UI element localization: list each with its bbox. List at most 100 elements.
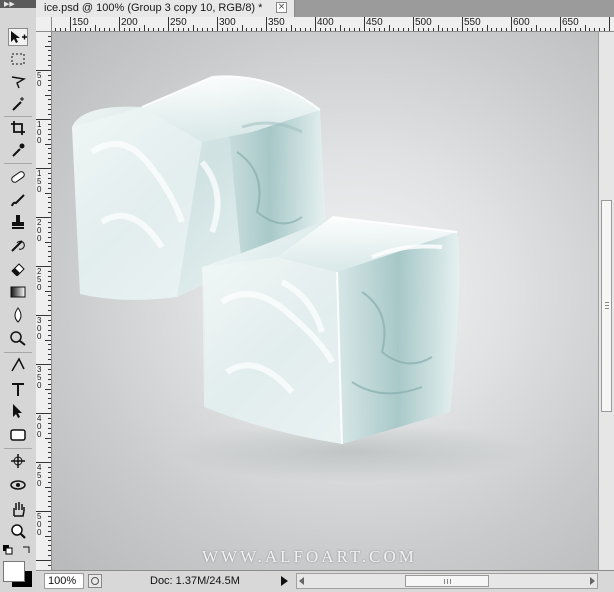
tools-panel-grip[interactable]: ▶▶: [0, 0, 36, 8]
path-selection-tool-icon[interactable]: [8, 402, 28, 420]
ruler-tick: [48, 90, 51, 91]
clone-stamp-tool-icon[interactable]: [8, 213, 28, 231]
ruler-tick: [75, 28, 76, 31]
ruler-origin[interactable]: [36, 17, 52, 32]
ruler-tick: [48, 384, 51, 385]
ruler-tick: [95, 25, 96, 31]
shape-tool-icon[interactable]: [8, 426, 28, 444]
ruler-tick: [48, 482, 51, 483]
ruler-tick: [48, 232, 51, 233]
ruler-tick: [604, 28, 605, 31]
ruler-tick: [281, 28, 282, 31]
ruler-label: 350: [268, 17, 285, 28]
default-colors-icon[interactable]: [3, 545, 13, 555]
ruler-tick: [48, 354, 51, 355]
ruler-tick: [482, 28, 483, 31]
ruler-tick: [129, 28, 130, 31]
ruler-tick: [242, 25, 243, 31]
ruler-tick: [295, 28, 296, 31]
zoom-tool-icon[interactable]: [8, 522, 28, 540]
horizontal-ruler[interactable]: 150 200 250 300 350 400 450 500 550 600 650: [52, 17, 614, 32]
dodge-tool-icon[interactable]: [8, 329, 28, 347]
ruler-tick: [585, 25, 586, 31]
ruler-tick: [48, 50, 51, 51]
status-menu-arrow-icon[interactable]: [281, 576, 288, 586]
ruler-tick: [48, 379, 51, 380]
lasso-tool-icon[interactable]: [8, 73, 28, 91]
vertical-ruler[interactable]: 50 100 150 200 250 300 350 400 450 500: [36, 32, 52, 570]
ruler-tick: [60, 28, 61, 31]
magic-wand-tool-icon[interactable]: [8, 95, 28, 113]
ruler-tick: [531, 28, 532, 31]
ruler-tick: [48, 501, 51, 502]
ruler-tick: [374, 28, 375, 31]
3d-rotate-tool-icon[interactable]: [8, 452, 28, 470]
history-brush-tool-icon[interactable]: [8, 236, 28, 254]
ruler-tick: [48, 60, 51, 61]
vertical-scroll-thumb[interactable]: [601, 200, 612, 412]
ruler-tick: [325, 28, 326, 31]
ruler-tick: [48, 183, 51, 184]
pen-tool-icon[interactable]: [8, 356, 28, 374]
ruler-tick: [589, 28, 590, 31]
document-canvas[interactable]: WWW.ALFOART.COM: [52, 32, 598, 570]
ruler-tick: [48, 349, 51, 350]
ruler-label: 450: [37, 463, 42, 488]
ruler-tick: [48, 423, 51, 424]
ruler-tick: [48, 555, 51, 556]
ruler-tick: [48, 516, 51, 517]
ruler-tick: [45, 144, 51, 145]
crop-tool-icon[interactable]: [8, 119, 28, 137]
ruler-tick: [48, 531, 51, 532]
status-info-icon[interactable]: [88, 574, 102, 588]
hand-tool-icon[interactable]: [8, 500, 28, 518]
ruler-tick: [540, 28, 541, 31]
ruler-tick: [48, 491, 51, 492]
eraser-tool-icon[interactable]: [8, 259, 28, 277]
3d-orbit-tool-icon[interactable]: [8, 476, 28, 494]
close-tab-icon[interactable]: ×: [276, 2, 287, 13]
ruler-tick: [222, 28, 223, 31]
horizontal-scrollbar[interactable]: [296, 573, 598, 589]
brush-tool-icon[interactable]: [8, 191, 28, 209]
ruler-tick: [477, 28, 478, 31]
ruler-tick: [48, 418, 51, 419]
horizontal-scroll-thumb[interactable]: [405, 575, 489, 587]
blur-tool-icon[interactable]: [8, 306, 28, 324]
ruler-tick: [462, 17, 463, 31]
ruler-tick: [45, 389, 51, 390]
ruler-tick: [80, 28, 81, 31]
vertical-scrollbar[interactable]: [598, 32, 614, 570]
marquee-tool-icon[interactable]: [8, 50, 28, 68]
foreground-color-swatch[interactable]: [3, 561, 25, 582]
ruler-tick: [45, 46, 51, 47]
move-tool-icon[interactable]: [8, 28, 28, 46]
ruler-tick: [300, 28, 301, 31]
ruler-tick: [193, 25, 194, 31]
ruler-tick: [570, 28, 571, 31]
healing-brush-tool-icon[interactable]: [8, 168, 28, 186]
ruler-tick: [408, 28, 409, 31]
ruler-tick: [212, 28, 213, 31]
ruler-tick: [594, 28, 595, 31]
scroll-left-icon[interactable]: [299, 577, 304, 585]
ruler-tick: [109, 28, 110, 31]
eyedropper-tool-icon[interactable]: [8, 141, 28, 159]
ruler-tick: [555, 28, 556, 31]
scroll-right-icon[interactable]: [590, 577, 595, 585]
ruler-tick: [384, 28, 385, 31]
type-tool-icon[interactable]: [8, 380, 28, 398]
ruler-tick: [139, 28, 140, 31]
ruler-tick: [48, 330, 51, 331]
zoom-level-field[interactable]: 100%: [44, 573, 84, 589]
swap-colors-icon[interactable]: [22, 545, 32, 555]
ruler-tick: [158, 28, 159, 31]
ruler-tick: [335, 28, 336, 31]
ruler-tick: [48, 114, 51, 115]
document-tab[interactable]: ice.psd @ 100% (Group 3 copy 10, RGB/8) …: [36, 0, 295, 17]
ruler-tick: [173, 28, 174, 31]
gradient-tool-icon[interactable]: [8, 283, 28, 301]
ruler-tick: [48, 85, 51, 86]
ruler-tick: [48, 276, 51, 277]
ruler-tick: [48, 237, 51, 238]
